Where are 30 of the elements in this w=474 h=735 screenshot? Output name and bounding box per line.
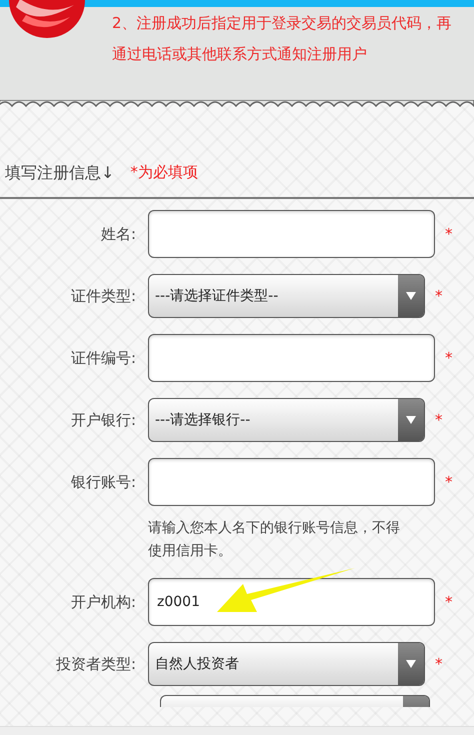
help-text: 请输入您本人名下的银行账号信息，不得使用信用卡。 [148, 519, 401, 561]
field-label: 银行账号: [70, 472, 136, 491]
text-field[interactable]: z0001 [148, 578, 435, 626]
dropdown[interactable] [160, 695, 430, 707]
required-mark: * [445, 224, 452, 245]
required-hint: *为必填项 [130, 162, 198, 183]
dropdown-arrow-icon [406, 292, 416, 300]
dropdown[interactable]: ---请选择银行-- [148, 398, 425, 442]
field-label: 开户机构: [70, 592, 136, 611]
text-field[interactable] [148, 334, 435, 382]
dropdown-arrow-icon [406, 416, 416, 424]
required-mark: * [435, 654, 442, 675]
field-label: 证件类型: [70, 286, 136, 305]
text-field[interactable] [148, 210, 435, 258]
field-label: 姓名: [100, 224, 136, 243]
required-mark: * [435, 286, 442, 307]
field-label: 开户银行: [70, 410, 136, 429]
required-mark: * [445, 472, 452, 493]
dropdown[interactable]: 自然人投资者 [148, 642, 425, 686]
section-title: 填写注册信息↓ [5, 162, 114, 184]
field-label: 证件编号: [70, 348, 136, 367]
notice-text: 2、注册成功后指定用于登录交易的交易员代码，再通过电话或其他联系方式通知注册用户 [112, 13, 453, 65]
dropdown-arrow-icon [406, 660, 416, 668]
dropdown[interactable]: ---请选择证件类型-- [148, 274, 425, 318]
required-mark: * [445, 592, 452, 613]
logo-icon [8, 0, 86, 39]
required-mark: * [445, 348, 452, 369]
text-field[interactable] [148, 458, 435, 506]
required-mark: * [435, 410, 442, 431]
field-label: 投资者类型: [56, 654, 136, 673]
